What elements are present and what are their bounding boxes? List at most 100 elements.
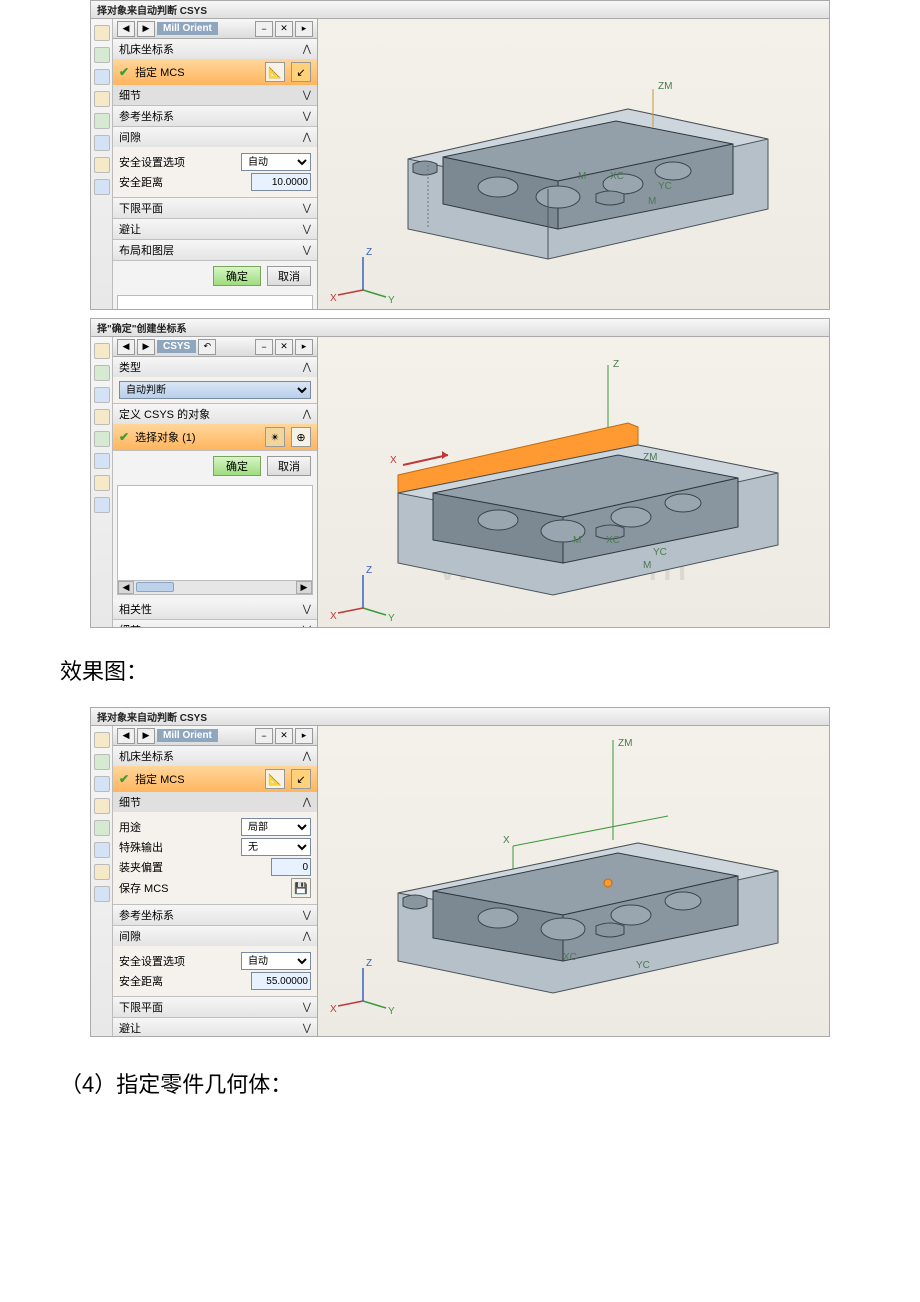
tool-icon[interactable] [94, 25, 110, 41]
section-lower-plane: 下限平面⋁ [113, 198, 317, 219]
tool-icon[interactable] [94, 113, 110, 129]
type-select[interactable]: 自动判断 [119, 381, 311, 399]
section-header[interactable]: 参考坐标系⋁ [113, 905, 317, 925]
scroll-right-button[interactable]: ▶ [296, 581, 312, 594]
tool-icon[interactable] [94, 754, 110, 770]
section-header[interactable]: 定义 CSYS 的对象⋀ [113, 404, 317, 424]
csys-icon[interactable]: ↙ [291, 769, 311, 789]
clearance-distance-input[interactable] [251, 972, 311, 990]
nav-next-button[interactable]: ▶ [137, 339, 155, 355]
section-header[interactable]: 间隙⋀ [113, 127, 317, 147]
tree-area[interactable]: ◀ ▶ [117, 295, 313, 310]
close-button[interactable]: ✕ [275, 728, 293, 744]
tool-icon[interactable] [94, 47, 110, 63]
select-object-label: 选择对象 (1) [135, 429, 196, 445]
scroll-left-button[interactable]: ◀ [118, 581, 134, 594]
ok-button[interactable]: 确定 [213, 456, 261, 476]
section-header[interactable]: 避让⋁ [113, 219, 317, 239]
minimize-button[interactable]: − [255, 728, 273, 744]
nav-next-button[interactable]: ▶ [137, 728, 155, 744]
section-header[interactable]: 细节⋁ [113, 620, 317, 628]
m2-label: M [648, 196, 656, 207]
tree-area[interactable]: ◀ ▶ [117, 485, 313, 595]
tool-icon[interactable] [94, 69, 110, 85]
nav-prev-button[interactable]: ◀ [117, 728, 135, 744]
specify-mcs-row[interactable]: ✔ 指定 MCS 📐 ↙ [113, 59, 317, 85]
ok-button[interactable]: 确定 [213, 266, 261, 286]
dock-button[interactable]: ▸ [295, 21, 313, 37]
tool-icon[interactable] [94, 157, 110, 173]
section-header[interactable]: 机床坐标系⋀ [113, 39, 317, 59]
special-output-select[interactable]: 无 [241, 838, 311, 856]
dock-button[interactable]: ▸ [295, 339, 313, 355]
fixture-offset-input[interactable] [271, 858, 311, 876]
result-caption: 效果图： [0, 636, 920, 707]
nav-prev-button[interactable]: ◀ [117, 339, 135, 355]
nav-next-button[interactable]: ▶ [137, 21, 155, 37]
tool-icon[interactable] [94, 842, 110, 858]
minimize-button[interactable]: − [255, 339, 273, 355]
3d-viewport[interactable]: ZM X XC YC [318, 726, 829, 1037]
section-header[interactable]: 避让⋁ [113, 1018, 317, 1037]
dock-button[interactable]: ▸ [295, 728, 313, 744]
section-header[interactable]: 机床坐标系⋀ [113, 746, 317, 766]
tool-icon[interactable] [94, 343, 110, 359]
tool-icon[interactable] [94, 732, 110, 748]
tool-icon[interactable] [94, 798, 110, 814]
tool-icon[interactable] [94, 431, 110, 447]
tool-icon[interactable] [94, 409, 110, 425]
section-header[interactable]: 下限平面⋁ [113, 198, 317, 218]
tool-icon[interactable] [94, 453, 110, 469]
undo-button[interactable]: ↶ [198, 339, 216, 355]
specify-mcs-row[interactable]: ✔ 指定 MCS 📐 ↙ [113, 766, 317, 792]
clearance-distance-input[interactable] [251, 173, 311, 191]
point-icon[interactable]: ⊕ [291, 427, 311, 447]
usage-select[interactable]: 局部 [241, 818, 311, 836]
scroll-thumb[interactable] [136, 582, 174, 592]
check-icon: ✔ [119, 772, 129, 786]
tab-mill-orient[interactable]: Mill Orient [157, 22, 218, 35]
cancel-button[interactable]: 取消 [267, 456, 311, 476]
tab-csys[interactable]: CSYS [157, 340, 196, 353]
clearance-option-select[interactable]: 自动 [241, 153, 311, 171]
tool-icon[interactable] [94, 864, 110, 880]
tool-icon[interactable] [94, 776, 110, 792]
3d-viewport[interactable]: ZM M XC YC M X Y Z [318, 19, 829, 310]
section-detail[interactable]: 细节⋀ [113, 792, 317, 812]
save-icon[interactable]: 💾 [291, 878, 311, 898]
tool-icon[interactable] [94, 475, 110, 491]
select-icon[interactable]: ✴ [265, 427, 285, 447]
tool-icon[interactable] [94, 886, 110, 902]
minimize-button[interactable]: − [255, 21, 273, 37]
tool-icon[interactable] [94, 497, 110, 513]
close-button[interactable]: ✕ [275, 21, 293, 37]
section-header[interactable]: 参考坐标系⋁ [113, 106, 317, 126]
csys-dialog-icon[interactable]: 📐 [265, 769, 285, 789]
tab-mill-orient[interactable]: Mill Orient [157, 729, 218, 742]
section-header[interactable]: 间隙⋀ [113, 926, 317, 946]
section-detail[interactable]: 细节⋁ [113, 85, 317, 105]
z-axis-label: Z [613, 359, 619, 370]
close-button[interactable]: ✕ [275, 339, 293, 355]
chevron-down-icon: ⋁ [303, 90, 311, 101]
section-header[interactable]: 相关性⋁ [113, 599, 317, 619]
3d-viewport[interactable]: www.bd m Z [318, 337, 829, 628]
tool-icon[interactable] [94, 365, 110, 381]
tool-icon[interactable] [94, 387, 110, 403]
select-object-row[interactable]: ✔ 选择对象 (1) ✴ ⊕ [113, 424, 317, 450]
section-header[interactable]: 类型⋀ [113, 357, 317, 377]
tool-icon[interactable] [94, 179, 110, 195]
cancel-button[interactable]: 取消 [267, 266, 311, 286]
clearance-option-select[interactable]: 自动 [241, 952, 311, 970]
tool-icon[interactable] [94, 91, 110, 107]
section-header[interactable]: 下限平面⋁ [113, 997, 317, 1017]
nav-prev-button[interactable]: ◀ [117, 21, 135, 37]
csys-icon[interactable]: ↙ [291, 62, 311, 82]
horizontal-scrollbar[interactable]: ◀ ▶ [118, 580, 312, 594]
tool-icon[interactable] [94, 820, 110, 836]
yc-label: YC [658, 181, 672, 192]
section-header[interactable]: 布局和图层⋁ [113, 240, 317, 260]
screenshot-csys: 择"确定"创建坐标系 ◀ ▶ CSYS ↶ − ✕ ▸ 类型 [90, 318, 830, 628]
csys-dialog-icon[interactable]: 📐 [265, 62, 285, 82]
tool-icon[interactable] [94, 135, 110, 151]
